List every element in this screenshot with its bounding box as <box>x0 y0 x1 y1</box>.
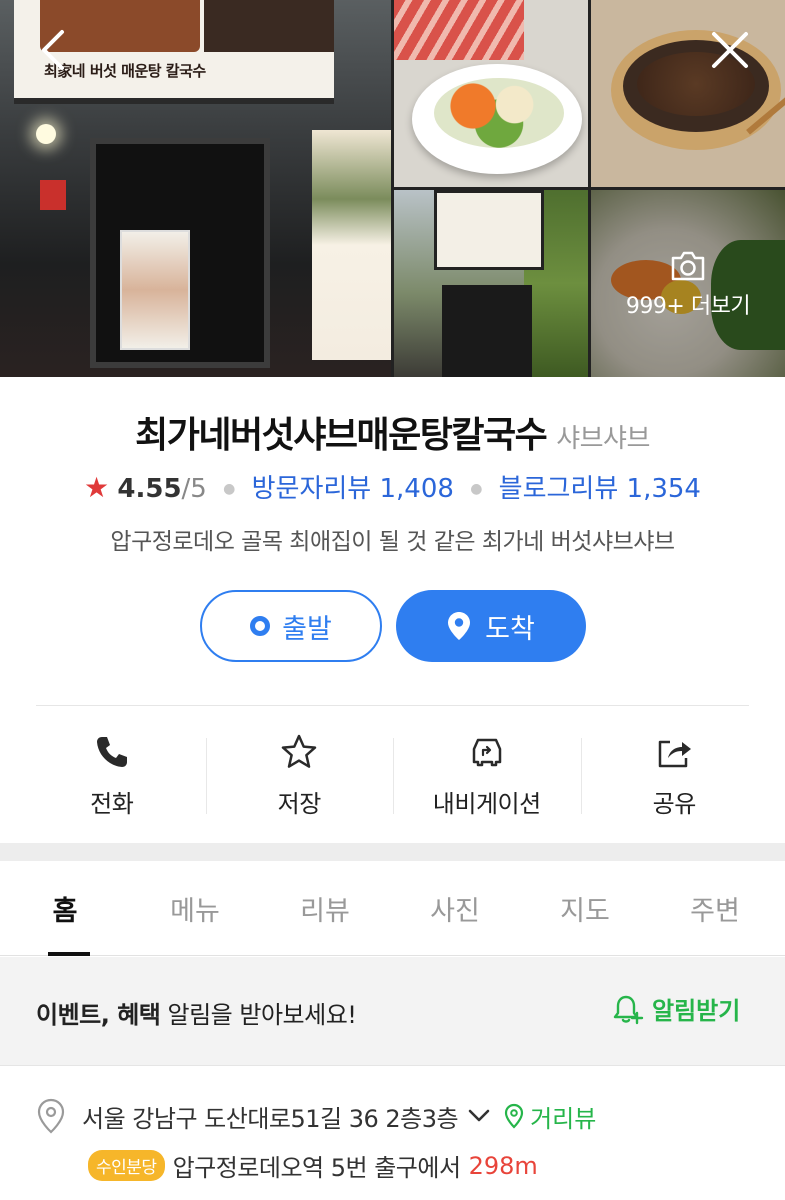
notification-text: 이벤트, 혜택 알림을 받아보세요! <box>36 995 357 1030</box>
more-photos-button[interactable]: 999+ 더보기 <box>591 250 785 320</box>
rating-max: /5 <box>181 474 207 504</box>
more-photos-label: 999+ 더보기 <box>625 294 751 319</box>
save-label: 저장 <box>277 790 322 818</box>
building-photo[interactable] <box>394 190 588 377</box>
tab-bar: 홈 메뉴 리뷰 사진 지도 주변 <box>0 861 785 956</box>
arrive-label: 도착 <box>485 613 535 645</box>
station-text: 압구정로데오역 5번 출구에서 <box>172 1154 462 1182</box>
notification-banner: 이벤트, 혜택 알림을 받아보세요! 알림받기 <box>0 957 785 1066</box>
notification-rest: 알림을 받아보세요! <box>160 1001 357 1029</box>
star-icon <box>282 734 317 768</box>
tab-photo[interactable]: 사진 <box>390 861 520 955</box>
tab-review-label: 리뷰 <box>300 896 350 927</box>
location-pin-icon <box>448 612 471 640</box>
close-button[interactable] <box>708 28 752 72</box>
arrive-button[interactable]: 도착 <box>396 590 586 662</box>
blog-review-link[interactable]: 블로그리뷰 1,354 <box>499 474 701 504</box>
action-bar: 전화 저장 내비게이션 공유 <box>18 712 768 842</box>
divider <box>36 705 749 706</box>
share-label: 공유 <box>652 790 697 818</box>
navigation-label: 내비게이션 <box>432 790 541 818</box>
back-button[interactable] <box>32 28 76 72</box>
street-view-pin-icon <box>504 1103 524 1129</box>
navigation-icon <box>472 738 501 767</box>
visitor-review-link[interactable]: 방문자리뷰 1,408 <box>252 474 454 504</box>
subscribe-alarm-button[interactable]: 알림받기 <box>612 991 740 1026</box>
origin-dot-icon <box>250 616 271 636</box>
notification-emphasis: 이벤트, 혜택 <box>36 1001 161 1029</box>
place-title-row: 최가네버섯샤브매운탕칼국수 샤브샤브 <box>0 406 785 458</box>
tab-home[interactable]: 홈 <box>0 861 130 956</box>
chevron-down-icon[interactable] <box>468 1109 490 1123</box>
tab-nearby[interactable]: 주변 <box>650 861 780 955</box>
place-description: 압구정로데오 골목 최애집이 될 것 같은 최가네 버섯샤브샤브 <box>110 529 675 555</box>
share-icon <box>659 740 692 768</box>
rating-value: 4.55 <box>117 474 182 504</box>
nearest-station-row: 수인분당 압구정로데오역 5번 출구에서 298m <box>88 1148 538 1183</box>
address-text: 서울 강남구 도산대로51길 36 2층3층 <box>82 1104 459 1133</box>
street-view-label: 거리뷰 <box>530 1104 597 1133</box>
bell-plus-icon <box>613 995 644 1024</box>
share-button[interactable]: 공유 <box>580 712 769 842</box>
place-name: 최가네버섯샤브매운탕칼국수 <box>135 415 548 456</box>
navigation-button[interactable]: 내비게이션 <box>393 712 581 842</box>
tab-photo-label: 사진 <box>430 896 480 927</box>
subscribe-alarm-label: 알림받기 <box>652 997 741 1025</box>
close-icon <box>712 32 748 68</box>
call-label: 전화 <box>90 790 134 818</box>
street-view-button[interactable]: 거리뷰 <box>504 1099 596 1134</box>
tab-home-label: 홈 <box>52 896 78 927</box>
photo-gallery[interactable]: 최家네 버섯 매운탕 칼국수 999+ 더보기 <box>0 0 785 377</box>
address-row: 서울 강남구 도산대로51길 36 2층3층 거리뷰 <box>36 1098 776 1134</box>
chevron-left-icon <box>42 30 64 70</box>
separator-dot: ● <box>223 481 236 497</box>
phone-icon <box>96 737 127 767</box>
save-button[interactable]: 저장 <box>205 712 394 842</box>
subway-line-badge: 수인분당 <box>88 1150 165 1181</box>
tab-review[interactable]: 리뷰 <box>260 861 390 955</box>
call-button[interactable]: 전화 <box>18 712 206 842</box>
rating-row: ★ 4.55/5 ● 방문자리뷰 1,408 ● 블로그리뷰 1,354 <box>0 468 785 505</box>
star-icon: ★ <box>84 471 110 504</box>
tab-menu[interactable]: 메뉴 <box>130 861 260 955</box>
tab-menu-label: 메뉴 <box>170 896 220 927</box>
separator-dot: ● <box>470 481 483 497</box>
active-tab-indicator <box>48 952 90 956</box>
station-distance: 298m <box>468 1151 538 1180</box>
location-pin-outline-icon <box>37 1098 65 1134</box>
depart-button[interactable]: 출발 <box>200 590 382 662</box>
depart-label: 출발 <box>282 613 332 645</box>
food-photo-bowl[interactable] <box>394 0 588 187</box>
tab-map[interactable]: 지도 <box>520 861 650 955</box>
section-gap <box>0 843 785 861</box>
tab-map-label: 지도 <box>560 896 610 927</box>
camera-icon <box>671 251 705 281</box>
place-category: 샤브샤브 <box>556 424 650 454</box>
tab-nearby-label: 주변 <box>690 896 740 927</box>
food-photo-bulgogi[interactable] <box>591 0 785 187</box>
